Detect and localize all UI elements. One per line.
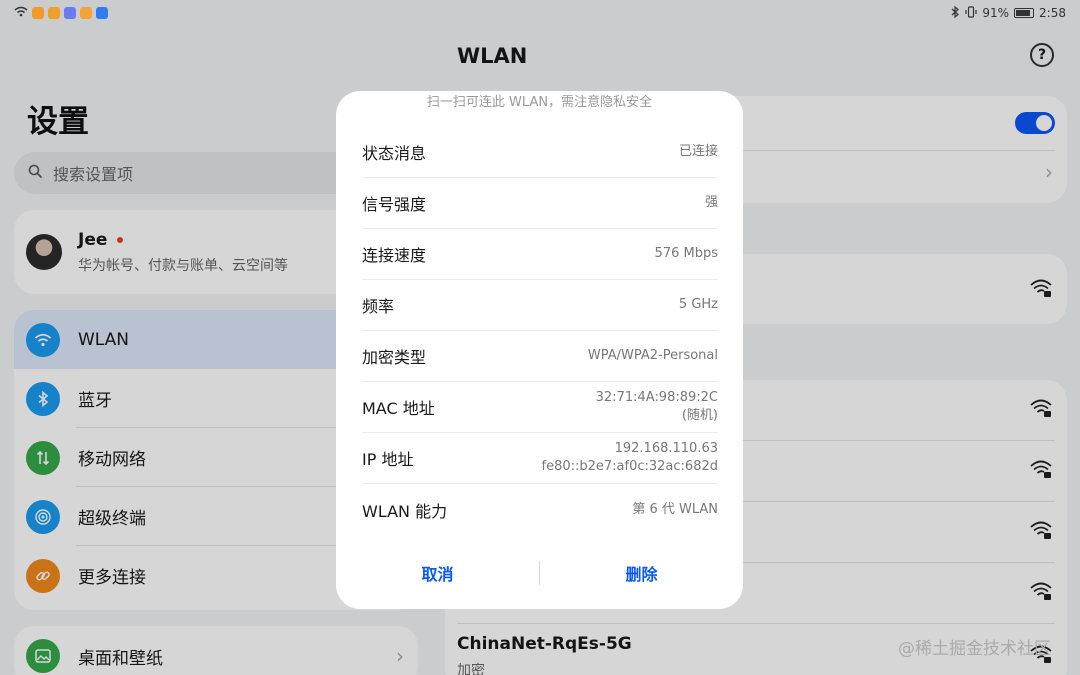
info-value: 第 6 代 WLAN (632, 501, 718, 517)
info-row-status: 状态消息 已连接 (362, 127, 718, 178)
info-row-ip: IP 地址 192.168.110.63 fe80::b2e7:af0c:32ac… (362, 433, 718, 484)
bluetooth-status-icon (951, 5, 960, 21)
info-label: 信号强度 (362, 195, 427, 214)
info-label: 加密类型 (362, 348, 427, 367)
app-notification-icon (80, 7, 92, 19)
info-row-capability: WLAN 能力 第 6 代 WLAN (362, 484, 718, 535)
delete-button[interactable]: 删除 (540, 561, 743, 585)
info-value: WPA/WPA2-Personal (587, 348, 718, 363)
app-notification-icon (64, 7, 76, 19)
info-label: IP 地址 (362, 450, 414, 469)
info-row-signal: 信号强度 强 (362, 178, 718, 229)
info-value: 32:71:4A:98:89:2C (随机) (595, 390, 718, 423)
info-row-speed: 连接速度 576 Mbps (362, 229, 718, 280)
vibrate-icon (965, 5, 977, 21)
info-value: 576 Mbps (654, 246, 718, 261)
info-row-encryption: 加密类型 WPA/WPA2-Personal (362, 331, 718, 382)
app-notification-icon (32, 7, 44, 19)
info-label: 连接速度 (362, 246, 427, 265)
cancel-button[interactable]: 取消 (336, 561, 539, 585)
network-details-dialog: 扫一扫可连此 WLAN，需注意隐私安全 状态消息 已连接 信号强度 强 连接速度… (336, 91, 743, 609)
app-notification-icon (96, 7, 108, 19)
info-label: MAC 地址 (362, 399, 435, 418)
info-row-mac: MAC 地址 32:71:4A:98:89:2C (随机) (362, 382, 718, 433)
battery-level: 91% (982, 6, 1010, 20)
info-label: WLAN 能力 (362, 501, 448, 521)
app-notification-icon (48, 7, 60, 19)
info-value: 已连接 (678, 144, 718, 159)
info-value: 192.168.110.63 fe80::b2e7:af0c:32ac:682d (541, 441, 719, 474)
watermark: @稀土掘金技术社区 (898, 639, 1051, 659)
info-row-frequency: 频率 5 GHz (362, 280, 718, 331)
info-value: 5 GHz (678, 297, 718, 312)
info-label: 频率 (362, 297, 395, 316)
clock: 2:58 (1039, 6, 1066, 20)
scan-hint: 扫一扫可连此 WLAN，需注意隐私安全 (426, 95, 653, 110)
battery-icon (1014, 8, 1035, 18)
wifi-status-icon (14, 6, 28, 20)
info-value: 强 (704, 195, 718, 210)
info-label: 状态消息 (362, 144, 427, 163)
dialog-actions: 取消 删除 (336, 553, 743, 593)
status-bar: 91% 2:58 (0, 0, 1080, 26)
